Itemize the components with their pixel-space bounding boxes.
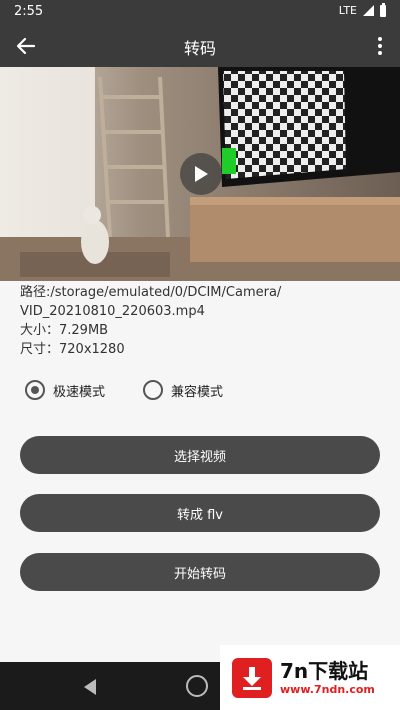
watermark: 7n下载站 www.7ndn.com xyxy=(220,645,400,710)
mode-fast-radio[interactable]: 极速模式 xyxy=(25,380,105,400)
convert-flv-button[interactable]: 转成 flv xyxy=(20,494,380,532)
file-info: 路径:/storage/emulated/0/DCIM/Camera/ VID_… xyxy=(20,283,380,359)
radio-unchecked-icon xyxy=(143,380,164,400)
status-bar: 2:55 LTE xyxy=(0,0,400,24)
play-button[interactable] xyxy=(180,153,222,195)
signal-icon xyxy=(363,5,374,16)
mode-fast-label: 极速模式 xyxy=(53,384,106,400)
network-label: LTE xyxy=(338,4,357,17)
nav-home-icon[interactable] xyxy=(186,675,208,697)
page-title: 转码 xyxy=(183,39,216,58)
file-size: 大小：7.29MB xyxy=(20,323,109,338)
app-bar: 转码 xyxy=(0,24,400,67)
battery-icon xyxy=(380,2,386,17)
select-video-button[interactable]: 选择视频 xyxy=(20,436,380,474)
more-vert-icon xyxy=(378,37,382,55)
radio-checked-icon xyxy=(25,380,45,400)
mode-compatible-label: 兼容模式 xyxy=(171,384,224,400)
watermark-url: www.7ndn.com xyxy=(280,683,375,696)
nav-back-icon[interactable] xyxy=(84,679,96,695)
download-logo-icon xyxy=(232,657,272,698)
file-dimensions: 尺寸：720x1280 xyxy=(20,342,125,357)
status-icons: LTE xyxy=(338,2,386,17)
mode-radio-group: 极速模式 兼容模式 xyxy=(25,380,223,400)
file-path-line2: VID_20210810_220603.mp4 xyxy=(20,304,205,319)
file-path-line1: 路径:/storage/emulated/0/DCIM/Camera/ xyxy=(20,285,282,300)
watermark-title: 7n下载站 xyxy=(280,659,369,683)
more-options-button[interactable] xyxy=(370,32,390,60)
mode-compatible-radio[interactable]: 兼容模式 xyxy=(143,380,223,400)
status-time: 2:55 xyxy=(14,4,44,19)
watermark-text: 7n下载站 www.7ndn.com xyxy=(280,659,375,696)
play-icon xyxy=(195,166,208,182)
video-preview[interactable] xyxy=(0,67,400,281)
start-convert-button[interactable]: 开始转码 xyxy=(20,553,380,591)
